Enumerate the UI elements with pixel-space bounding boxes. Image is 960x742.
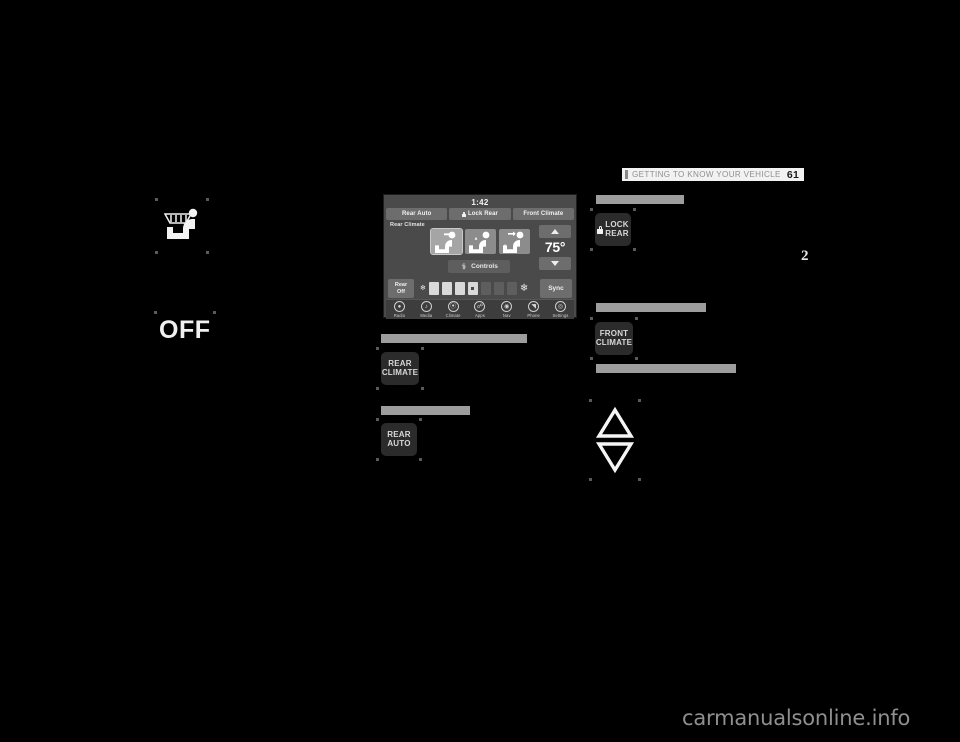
site-watermark: carmanualsonline.info	[682, 706, 911, 730]
large-fan-icon: ❄	[519, 282, 529, 294]
airflow-mode-feet-button[interactable]	[499, 229, 530, 254]
temp-down-button[interactable]	[539, 257, 571, 270]
fan-segment[interactable]	[506, 282, 517, 295]
hand-touch-icon	[461, 263, 466, 270]
nav-item-nav[interactable]: ◉ Nav	[494, 301, 520, 318]
off-button-label: OFF	[154, 311, 215, 344]
uconnect-touchscreen[interactable]: 1:42 Rear Auto Lock Rear Front Climate R…	[383, 194, 577, 319]
radio-icon: ●	[393, 301, 405, 312]
airflow-mode-face-button[interactable]	[430, 228, 463, 255]
nav-label-apps: Apps	[474, 313, 485, 318]
controls-button-label: Controls	[471, 263, 498, 270]
airflow-mode-group	[430, 228, 530, 255]
right-section-1-heading	[596, 195, 684, 204]
nav-label-phone: Phone	[527, 313, 540, 318]
rear-auto-hard-button[interactable]: REAR AUTO	[376, 418, 422, 461]
middle-section-2-heading	[381, 406, 470, 415]
temperature-value: 75°	[544, 239, 566, 255]
nav-item-climate[interactable]: ⦿ Climate	[440, 301, 466, 318]
airflow-mode-bilevel-button[interactable]	[465, 229, 496, 254]
fan-segment-current[interactable]	[467, 282, 478, 295]
rear-climate-hard-button[interactable]: REAR CLIMATE	[376, 347, 424, 390]
sync-button-label: Sync	[548, 285, 564, 292]
nav-label-media: Media	[420, 313, 433, 318]
nav-item-apps[interactable]: ☍ Apps	[467, 301, 493, 318]
rear-climate-button-line2: CLIMATE	[381, 367, 419, 377]
sync-button[interactable]: Sync	[540, 279, 572, 298]
rear-auto-button-line2: AUTO	[387, 438, 411, 448]
climate-fan-icon: ⦿	[447, 301, 459, 312]
front-climate-hard-button[interactable]: FRONT CLIMATE	[590, 317, 638, 360]
phone-icon: ◥	[528, 301, 540, 312]
lock-icon	[462, 211, 467, 217]
rear-climate-heading: Rear Climate	[390, 222, 425, 228]
tab-rear-auto-label: Rear Auto	[401, 211, 432, 217]
fan-segment[interactable]	[493, 282, 504, 295]
fan-segment[interactable]	[428, 282, 439, 295]
page-number: 61	[786, 168, 799, 181]
nav-item-media[interactable]: ♪ Media	[413, 301, 439, 318]
tab-lock-rear-label: Lock Rear	[468, 211, 498, 217]
nav-label-nav: Nav	[502, 313, 511, 318]
triangle-down-icon	[595, 442, 635, 474]
rear-off-line2: Off	[397, 288, 405, 295]
triangle-up-icon	[595, 406, 635, 438]
fan-speed-slider[interactable]: ❄ ❄	[420, 282, 528, 295]
triangle-down-icon	[551, 261, 559, 266]
nav-item-radio[interactable]: ● Radio	[386, 301, 412, 318]
chapter-tab-number: 2	[801, 248, 809, 264]
middle-section-1-heading	[381, 334, 527, 343]
rear-off-button[interactable]: Rear Off	[388, 279, 414, 298]
rear-temperature-arrows-illustration	[589, 399, 641, 481]
apps-icon: ☍	[474, 301, 486, 312]
temp-up-button[interactable]	[539, 225, 571, 238]
settings-gear-icon: ◎	[554, 301, 566, 312]
small-fan-icon: ❄	[420, 285, 426, 292]
tab-lock-rear[interactable]: Lock Rear	[449, 208, 511, 220]
nav-item-phone[interactable]: ◥ Phone	[521, 301, 547, 318]
fan-segment[interactable]	[454, 282, 465, 295]
media-note-icon: ♪	[420, 301, 432, 312]
rear-window-defroster-seat-icon	[155, 198, 209, 254]
fan-segment[interactable]	[480, 282, 491, 295]
tab-rear-auto[interactable]: Rear Auto	[386, 208, 448, 220]
tab-front-climate[interactable]: Front Climate	[512, 208, 574, 220]
controls-button[interactable]: Controls	[448, 260, 510, 273]
nav-label-settings: Settings	[552, 313, 569, 318]
manual-page: GETTING TO KNOW YOUR VEHICLE 61 2 OFF 1:…	[0, 0, 960, 742]
nav-item-settings[interactable]: ◎ Settings	[547, 301, 573, 318]
temperature-control-group: 75°	[538, 225, 572, 270]
running-header: GETTING TO KNOW YOUR VEHICLE 61	[622, 168, 804, 181]
lock-rear-button-line2: REAR	[605, 228, 629, 238]
right-section-2-heading	[596, 303, 706, 312]
page-title: GETTING TO KNOW YOUR VEHICLE	[632, 170, 781, 179]
triangle-up-icon	[551, 229, 559, 234]
nav-label-climate: Climate	[445, 313, 461, 318]
nav-compass-icon: ◉	[501, 301, 513, 312]
tab-front-climate-label: Front Climate	[523, 211, 564, 217]
right-section-3-heading	[596, 364, 736, 373]
screen-bottom-nav: ● Radio ♪ Media ⦿ Climate ☍ Apps ◉ Nav ◥…	[386, 299, 574, 319]
screen-tab-bar: Rear Auto Lock Rear Front Climate	[386, 208, 574, 220]
lock-icon	[597, 225, 604, 234]
fan-segment[interactable]	[441, 282, 452, 295]
nav-label-radio: Radio	[393, 313, 406, 318]
front-climate-button-line2: CLIMATE	[595, 337, 633, 347]
screen-body: Rear Climate 75° Controls Rear Off ❄ ❄ S…	[386, 222, 574, 319]
lock-rear-hard-button[interactable]: LOCK REAR	[590, 208, 636, 251]
clock: 1:42	[386, 197, 574, 208]
